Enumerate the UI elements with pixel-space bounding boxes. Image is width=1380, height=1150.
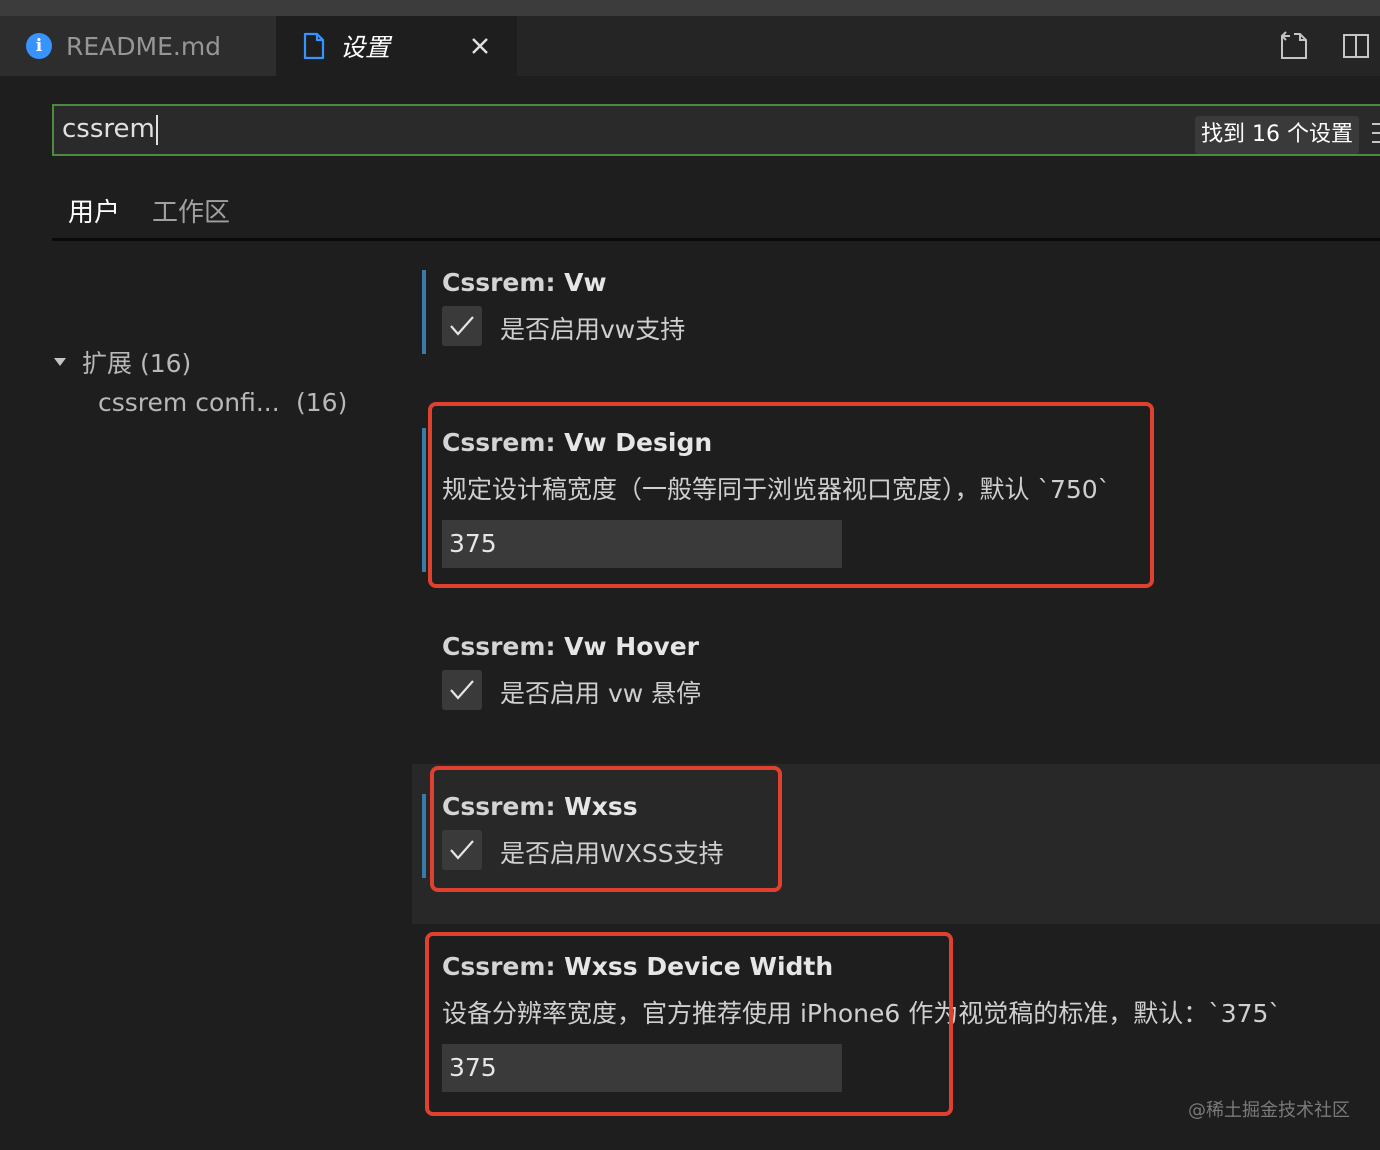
setting-checkbox-vw[interactable] <box>442 306 482 346</box>
toc-extensions-label: 扩展 (16) <box>82 349 192 378</box>
setting-label-vw: 是否启用vw支持 <box>500 315 686 344</box>
search-input-value: cssrem <box>62 114 158 145</box>
toc-cssrem-count: (16) <box>296 388 348 417</box>
scope-tab-user[interactable]: 用户 <box>68 192 120 229</box>
text-caret <box>155 114 158 145</box>
split-editor-icon[interactable] <box>1340 30 1372 62</box>
file-icon <box>303 32 325 60</box>
open-settings-json-icon[interactable] <box>1278 30 1310 62</box>
checkmark-icon <box>450 680 474 700</box>
search-query-text: cssrem <box>62 114 155 144</box>
tab-readme[interactable]: i README.md <box>0 16 276 76</box>
modified-indicator <box>422 270 426 354</box>
tab-label: 设置 <box>340 33 391 62</box>
setting-label-vw-hover: 是否启用 vw 悬停 <box>500 679 702 708</box>
info-icon: i <box>26 33 52 59</box>
setting-name: Vw Hover <box>564 632 699 661</box>
window-top-strip <box>0 0 1380 16</box>
setting-title-vw: Cssrem: Vw <box>442 268 607 297</box>
tab-settings[interactable]: 设置 <box>276 16 518 76</box>
setting-category: Cssrem: <box>442 632 565 661</box>
setting-name: Vw <box>564 268 607 297</box>
settings-search-input[interactable]: cssrem <box>52 104 1380 156</box>
checkmark-icon <box>450 316 474 336</box>
annotation-highlight-box <box>428 402 1154 588</box>
scope-tab-workspace[interactable]: 工作区 <box>152 192 230 229</box>
setting-category: Cssrem: <box>442 268 565 297</box>
close-icon[interactable] <box>465 31 495 61</box>
toc-extensions[interactable]: 扩展 (16) <box>52 344 191 380</box>
tab-label: README.md <box>66 31 222 61</box>
toc-cssrem-config[interactable]: cssrem confi... <box>98 388 280 417</box>
modified-indicator <box>422 794 426 878</box>
editor-tab-bar: i README.md 设置 <box>0 16 1380 76</box>
search-result-count: 找到 16 个设置 <box>1195 116 1359 154</box>
annotation-highlight-box <box>430 766 782 892</box>
filter-icon[interactable] <box>1368 120 1380 146</box>
setting-title-vw-hover: Cssrem: Vw Hover <box>442 632 699 661</box>
setting-checkbox-vw-hover[interactable] <box>442 670 482 710</box>
modified-indicator <box>422 428 426 572</box>
scope-divider <box>52 238 1380 241</box>
annotation-highlight-box <box>425 932 953 1116</box>
watermark: @稀土掘金技术社区 <box>1188 1100 1350 1121</box>
chevron-down-icon <box>54 358 66 366</box>
